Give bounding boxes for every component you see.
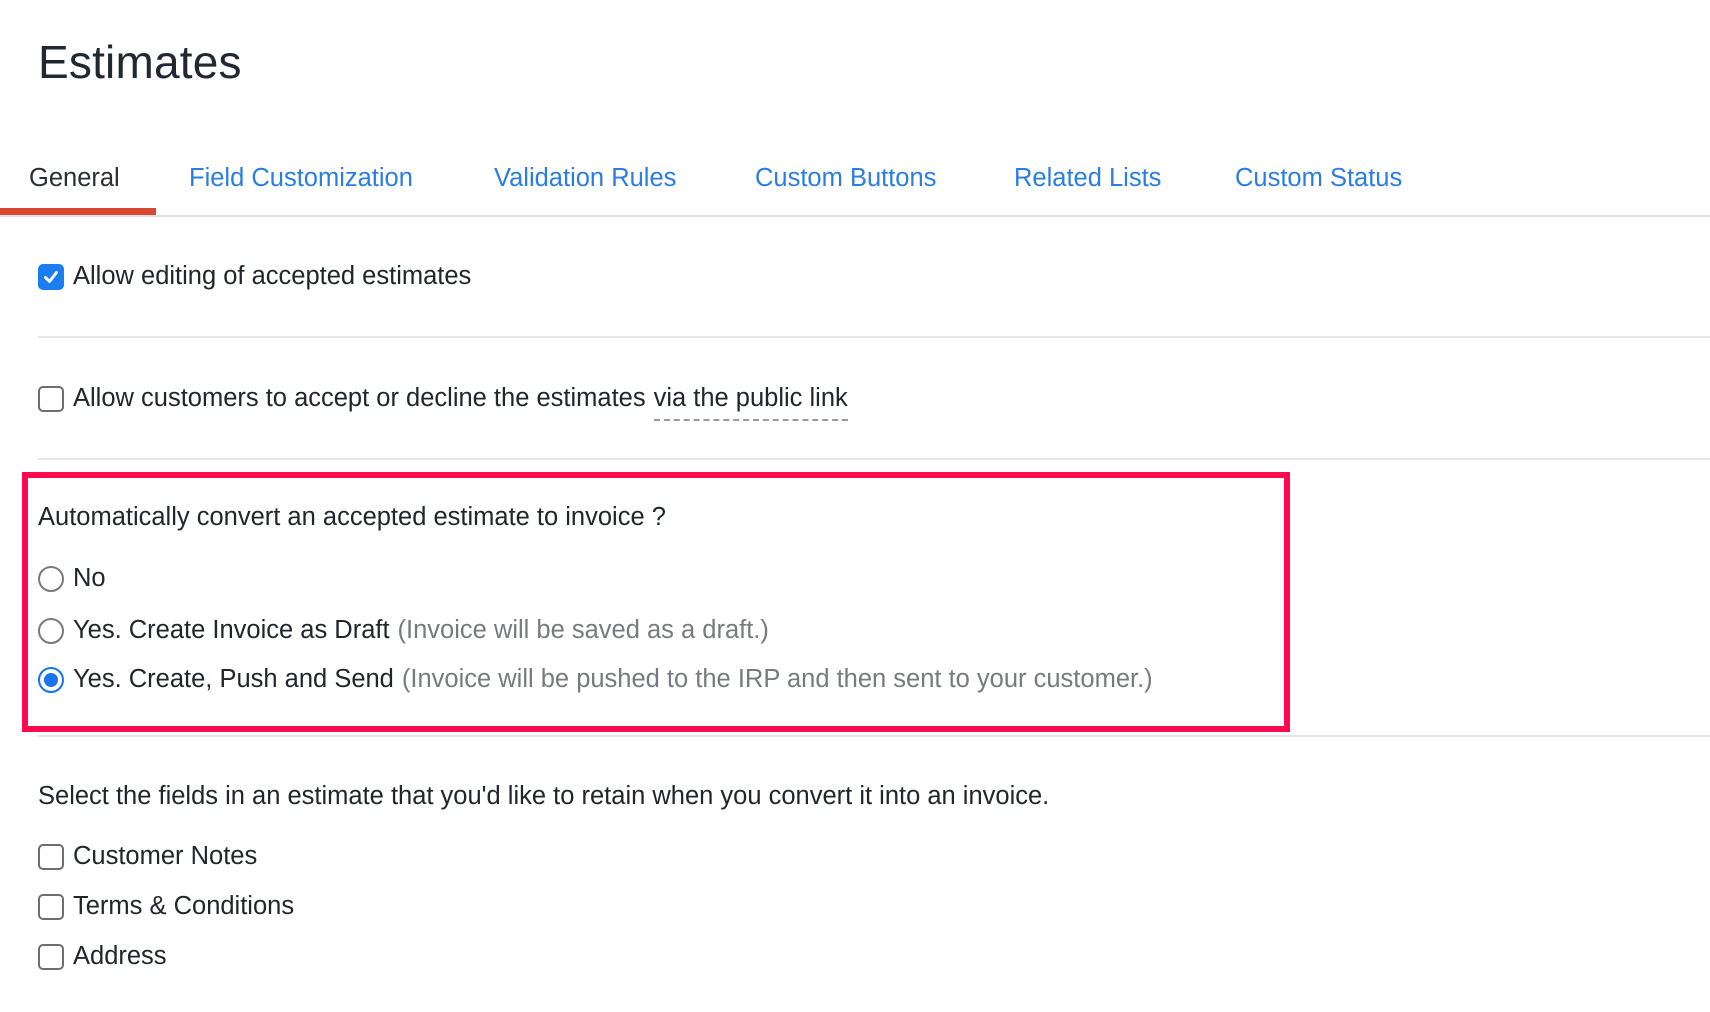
option-note: (Invoice will be saved as a draft.) [397, 616, 769, 644]
retain-customer-notes-option[interactable]: Customer Notes [38, 842, 257, 871]
radio-no[interactable] [38, 565, 64, 592]
radio-draft[interactable] [38, 617, 64, 644]
allow-customers-label: Allow customers to accept or decline the… [73, 384, 646, 412]
retain-terms-option[interactable]: Terms & Conditions [38, 892, 294, 921]
tab-general[interactable]: General [29, 160, 120, 196]
option-label: Terms & Conditions [73, 892, 295, 920]
section-divider [38, 336, 1710, 338]
tab-custom-status[interactable]: Custom Status [1235, 160, 1402, 196]
allow-customers-checkbox[interactable] [38, 385, 64, 412]
option-label: Yes. Create, Push and Send [73, 665, 394, 693]
allow-customers-option[interactable]: Allow customers to accept or decline the… [38, 384, 848, 421]
checkmark-icon [44, 270, 58, 283]
allow-editing-option[interactable]: Allow editing of accepted estimates [38, 262, 471, 291]
allow-editing-label: Allow editing of accepted estimates [73, 262, 472, 290]
address-checkbox[interactable] [38, 943, 64, 970]
tab-validation-rules[interactable]: Validation Rules [494, 160, 676, 196]
section-divider [38, 458, 1710, 460]
tab-related-lists[interactable]: Related Lists [1014, 160, 1161, 196]
retain-fields-question: Select the fields in an estimate that yo… [38, 782, 1050, 810]
option-note: (Invoice will be pushed to the IRP and t… [401, 665, 1153, 693]
option-label: No [73, 564, 106, 592]
section-divider [38, 735, 1710, 737]
page-title: Estimates [38, 36, 242, 88]
option-label: Address [73, 942, 167, 970]
terms-conditions-checkbox[interactable] [38, 893, 64, 920]
radio-push-send[interactable] [38, 666, 64, 693]
allow-editing-checkbox[interactable] [38, 263, 64, 290]
tab-field-customization[interactable]: Field Customization [189, 160, 413, 196]
tab-custom-buttons[interactable]: Custom Buttons [755, 160, 936, 196]
settings-tabs: General Field Customization Validation R… [0, 150, 1710, 217]
retain-address-option[interactable]: Address [38, 942, 167, 971]
option-label: Yes. Create Invoice as Draft [73, 616, 390, 644]
auto-convert-option-no[interactable]: No [38, 564, 106, 593]
public-link-tooltip-trigger[interactable]: via the public link [653, 384, 848, 421]
option-label: Customer Notes [73, 842, 258, 870]
auto-convert-question: Automatically convert an accepted estima… [38, 503, 666, 531]
customer-notes-checkbox[interactable] [38, 843, 64, 870]
auto-convert-option-push-send[interactable]: Yes. Create, Push and Send (Invoice will… [38, 665, 1153, 694]
auto-convert-option-draft[interactable]: Yes. Create Invoice as Draft (Invoice wi… [38, 616, 769, 645]
active-tab-indicator [0, 208, 156, 215]
